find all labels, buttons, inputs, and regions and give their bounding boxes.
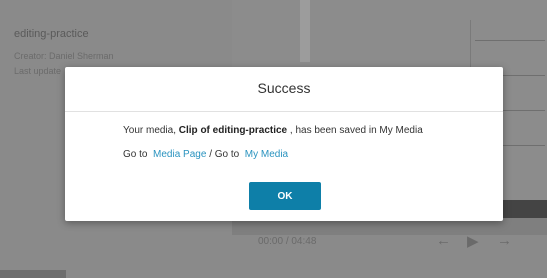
graph-line — [475, 40, 545, 41]
success-message: Your media, Clip of editing-practice , h… — [123, 125, 423, 136]
play-icon[interactable]: ▶ — [467, 232, 479, 250]
time-current: 00:00 — [258, 236, 284, 247]
time-readout: 00:00 / 04:48 — [258, 236, 316, 247]
message-prefix: Your media, — [123, 125, 176, 136]
media-page-link[interactable]: Media Page — [153, 149, 206, 160]
goto-separator: / Go to — [209, 149, 240, 160]
dialog-title: Success — [257, 80, 311, 96]
message-suffix: , has been saved in My Media — [289, 125, 423, 136]
time-separator: / — [285, 236, 289, 247]
entry-last-update: Last update — [14, 66, 62, 76]
time-total: 04:48 — [291, 236, 317, 247]
ok-button[interactable]: OK — [249, 182, 321, 210]
media-name: Clip of editing-practice — [178, 125, 288, 136]
entry-creator: Creator: Daniel Sherman — [14, 51, 114, 61]
arrow-left-icon[interactable]: ← — [436, 232, 451, 249]
goto-prefix: Go to — [123, 149, 148, 160]
bottom-tab — [0, 270, 66, 278]
success-dialog: Success Your media, Clip of editing-prac… — [65, 67, 503, 221]
entry-title: editing-practice — [14, 28, 89, 40]
dialog-header: Success — [65, 67, 503, 112]
goto-links: Go to Media Page / Go to My Media — [123, 149, 288, 160]
page: editing-practice Creator: Daniel Sherman… — [0, 0, 547, 278]
my-media-link[interactable]: My Media — [245, 149, 288, 160]
video-frame-detail — [300, 0, 310, 62]
arrow-right-icon[interactable]: → — [497, 232, 512, 249]
